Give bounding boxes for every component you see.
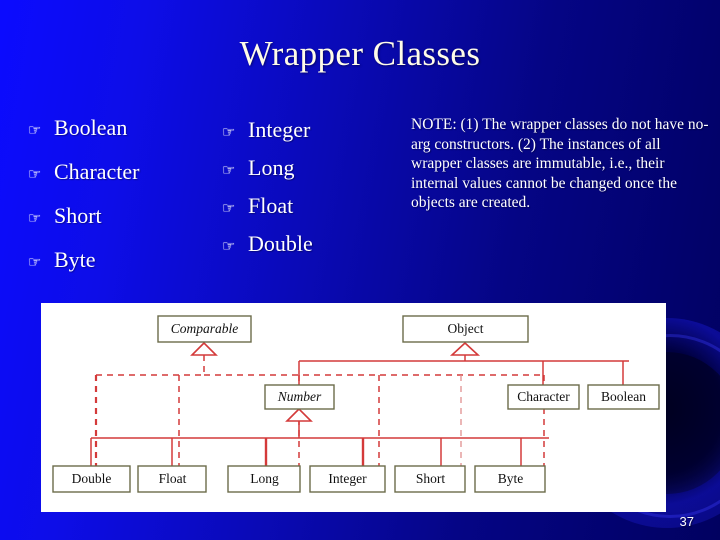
slide-canvas: Wrapper Classes ☞ Boolean ☞ Character ☞ … <box>0 0 720 540</box>
uml-class-object[interactable]: Object <box>402 315 529 343</box>
uml-class-number[interactable]: Number <box>264 384 335 410</box>
bullet-label-short: Short <box>54 203 102 228</box>
uml-diagram-panel: Comparable Object Number Character Boole… <box>41 303 666 512</box>
uml-class-label-byte: Byte <box>498 471 524 486</box>
slide-number: 37 <box>679 514 694 529</box>
pointing-hand-bullet-icon: ☞ <box>28 121 42 139</box>
uml-class-short[interactable]: Short <box>394 465 466 493</box>
list-item: ☞ Long <box>222 156 402 180</box>
uml-class-comparable[interactable]: Comparable <box>157 315 252 343</box>
pointing-hand-bullet-icon: ☞ <box>28 165 42 183</box>
uml-class-character[interactable]: Character <box>507 384 580 410</box>
uml-class-label-comparable: Comparable <box>171 321 239 336</box>
pointing-hand-bullet-icon: ☞ <box>222 123 236 141</box>
uml-class-label-double: Double <box>72 471 112 486</box>
pointing-hand-bullet-icon: ☞ <box>222 161 236 179</box>
uml-class-label-float: Float <box>159 471 187 486</box>
inheritance-arrowhead-comparable <box>190 341 218 356</box>
uml-class-boolean[interactable]: Boolean <box>587 384 660 410</box>
uml-class-float[interactable]: Float <box>137 465 207 493</box>
bullet-label-integer: Integer <box>248 117 311 142</box>
pointing-hand-bullet-icon: ☞ <box>28 209 42 227</box>
pointing-hand-bullet-icon: ☞ <box>222 199 236 217</box>
list-item: ☞ Boolean <box>28 116 218 140</box>
uml-class-long[interactable]: Long <box>227 465 301 493</box>
slide-title: Wrapper Classes <box>239 34 481 73</box>
bullet-label-byte: Byte <box>54 247 96 272</box>
uml-class-label-integer: Integer <box>328 471 367 486</box>
uml-class-byte[interactable]: Byte <box>474 465 546 493</box>
list-item: ☞ Float <box>222 194 402 218</box>
note-text: NOTE: (1) The wrapper classes do not hav… <box>411 116 709 212</box>
uml-class-label-long: Long <box>250 471 279 486</box>
inheritance-arrowhead-object <box>449 341 481 356</box>
bullet-column-left: ☞ Boolean ☞ Character ☞ Short ☞ Byte <box>28 116 218 292</box>
list-item: ☞ Character <box>28 160 218 184</box>
list-item: ☞ Double <box>222 232 402 256</box>
list-item: ☞ Short <box>28 204 218 228</box>
bullet-column-right: ☞ Integer ☞ Long ☞ Float ☞ Double <box>222 118 402 270</box>
bullet-label-character: Character <box>54 159 140 184</box>
uml-class-label-short: Short <box>416 471 446 486</box>
pointing-hand-bullet-icon: ☞ <box>28 253 42 271</box>
uml-class-label-character: Character <box>517 389 570 404</box>
inheritance-arrowhead-number <box>285 407 313 422</box>
bullet-label-long: Long <box>248 155 295 180</box>
uml-class-label-object: Object <box>448 321 484 336</box>
pointing-hand-bullet-icon: ☞ <box>222 237 236 255</box>
list-item: ☞ Byte <box>28 248 218 272</box>
uml-class-label-boolean: Boolean <box>601 389 646 404</box>
list-item: ☞ Integer <box>222 118 402 142</box>
bullet-label-boolean: Boolean <box>54 115 128 140</box>
uml-class-integer[interactable]: Integer <box>309 465 386 493</box>
bullet-label-double: Double <box>248 231 313 256</box>
bullet-label-float: Float <box>248 193 294 218</box>
uml-class-label-number: Number <box>277 389 322 404</box>
uml-class-double[interactable]: Double <box>52 465 131 493</box>
